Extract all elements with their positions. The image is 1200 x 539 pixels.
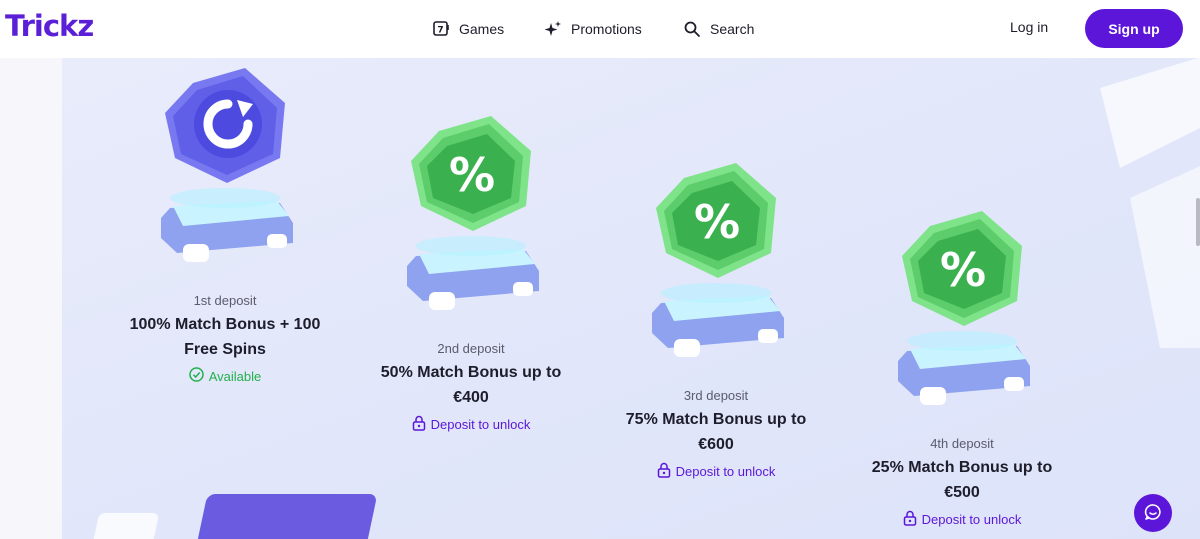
deposit-card-1: 1st deposit 100% Match Bonus + 100 Free … bbox=[105, 58, 345, 387]
decorative-tile bbox=[192, 494, 378, 539]
status-text: Deposit to unlock bbox=[675, 464, 776, 479]
percent-icon: % bbox=[902, 211, 1022, 326]
bonus-title: 75% Match Bonus up to €600 bbox=[596, 407, 836, 457]
lock-icon bbox=[412, 415, 426, 434]
bonus-title: 100% Match Bonus + 100 Free Spins bbox=[105, 312, 345, 362]
chat-icon bbox=[1144, 503, 1162, 524]
deposit-card-3: % 3rd deposit 75% Match Bonus up to €600… bbox=[596, 153, 836, 483]
check-circle-icon bbox=[188, 367, 204, 385]
svg-text:%: % bbox=[694, 195, 740, 249]
status-text: Deposit to unlock bbox=[921, 512, 1022, 527]
deposit-label: 4th deposit bbox=[930, 436, 994, 451]
logo[interactable]: Trickz bbox=[5, 9, 94, 43]
deposit-label: 2nd deposit bbox=[437, 341, 505, 356]
bonus-title-line1: 75% Match Bonus up to bbox=[625, 411, 807, 428]
decorative-tile bbox=[90, 513, 160, 539]
svg-text:%: % bbox=[940, 243, 986, 297]
signup-button[interactable]: Sign up bbox=[1085, 9, 1183, 48]
bonus-title-line2: €500 bbox=[944, 484, 980, 501]
bonus-title-line2: Free Spins bbox=[184, 341, 266, 358]
nav-search[interactable]: Search bbox=[683, 18, 754, 40]
scrollbar-thumb[interactable] bbox=[1196, 198, 1200, 246]
lock-icon bbox=[657, 462, 671, 481]
bonus-title-line2: €600 bbox=[698, 436, 734, 453]
nav-promotions-label: Promotions bbox=[571, 21, 642, 37]
bonus-title-line1: 100% Match Bonus + 100 bbox=[129, 316, 321, 333]
status-text: Deposit to unlock bbox=[430, 417, 531, 432]
lock-icon bbox=[903, 510, 917, 529]
percent-badge-illustration: % bbox=[842, 201, 1082, 411]
login-link[interactable]: Log in bbox=[1010, 19, 1048, 35]
bonus-title-line1: 50% Match Bonus up to bbox=[380, 364, 562, 381]
status-available: Available bbox=[188, 367, 262, 385]
nav-promotions[interactable]: Promotions bbox=[544, 18, 642, 40]
deposit-card-4: % 4th deposit 25% Match Bonus up to €500… bbox=[842, 201, 1082, 531]
nav-games-label: Games bbox=[459, 21, 505, 37]
deposit-to-unlock-link[interactable]: Deposit to unlock bbox=[903, 510, 1022, 529]
chat-button[interactable] bbox=[1134, 494, 1172, 532]
nav-games[interactable]: 7 Games bbox=[432, 18, 504, 40]
welcome-bonus-hero: 1st deposit 100% Match Bonus + 100 Free … bbox=[0, 58, 1200, 539]
bonus-title-line1: 25% Match Bonus up to bbox=[871, 459, 1053, 476]
status-text: Available bbox=[208, 368, 262, 384]
deposit-card-2: % 2nd deposit 50% Match Bonus up to €400… bbox=[351, 106, 591, 436]
reload-icon bbox=[165, 68, 285, 183]
bonus-title-line2: €400 bbox=[453, 389, 489, 406]
sparkle-icon bbox=[544, 20, 562, 38]
svg-text:7: 7 bbox=[437, 26, 443, 36]
percent-icon: % bbox=[656, 163, 776, 278]
search-icon bbox=[683, 20, 701, 38]
deposit-to-unlock-link[interactable]: Deposit to unlock bbox=[657, 462, 776, 481]
site-header: Trickz 7 Games Promotions Search Log in … bbox=[0, 0, 1200, 58]
deposit-label: 1st deposit bbox=[193, 293, 257, 308]
slot-machine-icon: 7 bbox=[432, 20, 450, 38]
deposit-to-unlock-link[interactable]: Deposit to unlock bbox=[412, 415, 531, 434]
percent-badge-illustration: % bbox=[351, 106, 591, 316]
deposit-label: 3rd deposit bbox=[683, 388, 749, 403]
bonus-title: 50% Match Bonus up to €400 bbox=[351, 360, 591, 410]
percent-badge-illustration: % bbox=[596, 153, 836, 363]
bonus-title: 25% Match Bonus up to €500 bbox=[842, 455, 1082, 505]
nav-search-label: Search bbox=[710, 21, 755, 37]
reload-badge-illustration bbox=[105, 58, 345, 268]
svg-text:%: % bbox=[449, 148, 495, 202]
percent-icon: % bbox=[411, 116, 531, 231]
